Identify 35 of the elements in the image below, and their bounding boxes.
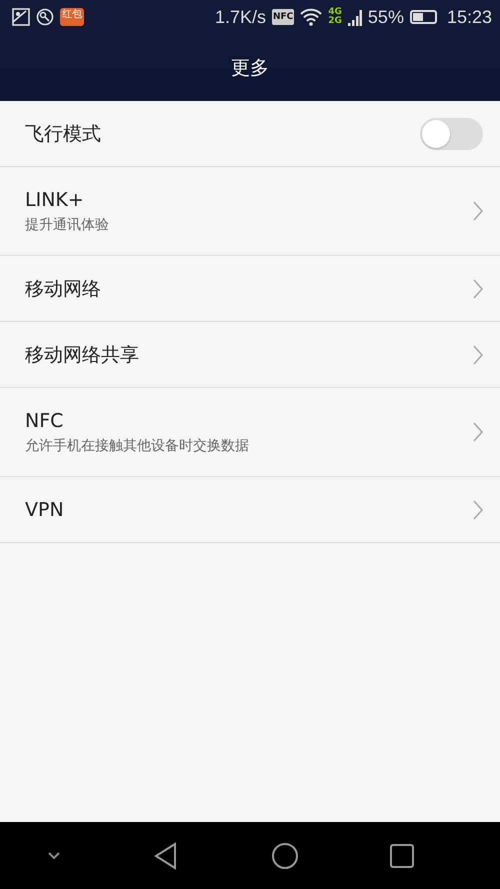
toggle-switch[interactable] bbox=[420, 118, 483, 150]
settings-row[interactable]: VPN bbox=[0, 477, 500, 543]
settings-row[interactable]: 移动网络 bbox=[0, 256, 500, 322]
battery-percentage: 55% bbox=[368, 6, 404, 28]
battery-icon bbox=[410, 10, 437, 24]
chevron-right-icon bbox=[473, 278, 483, 298]
page-title: 更多 bbox=[231, 56, 269, 80]
network-type-label: 4G bbox=[328, 8, 342, 17]
row-title: VPN bbox=[25, 498, 64, 520]
row-title: 移动网络共享 bbox=[25, 342, 139, 368]
settings-row[interactable]: 飞行模式 bbox=[0, 101, 500, 167]
settings-row[interactable]: 移动网络共享 bbox=[0, 322, 500, 388]
image-icon bbox=[12, 8, 30, 26]
row-title: LINK+ bbox=[25, 188, 85, 210]
recents-icon[interactable] bbox=[390, 844, 414, 868]
settings-row[interactable]: NFC 允许手机在接触其他设备时交换数据 bbox=[0, 388, 500, 477]
chevron-down-icon[interactable] bbox=[46, 850, 62, 860]
status-time: 15:23 bbox=[446, 6, 492, 28]
network-type-label: 2G bbox=[328, 17, 342, 26]
row-title: 移动网络 bbox=[25, 276, 101, 302]
row-subtitle: 提升通讯体验 bbox=[25, 216, 109, 234]
app-icon: 红包 bbox=[60, 8, 84, 26]
row-title: NFC bbox=[25, 410, 64, 432]
signal-icon bbox=[348, 7, 362, 27]
chevron-right-icon bbox=[473, 201, 483, 221]
nfc-indicator: NFC bbox=[272, 9, 294, 25]
network-speed: 1.7K/s bbox=[214, 6, 266, 28]
chevron-right-icon bbox=[473, 500, 483, 520]
row-title: 飞行模式 bbox=[25, 122, 101, 146]
chevron-right-icon bbox=[473, 422, 483, 442]
home-icon[interactable] bbox=[270, 842, 299, 870]
chevron-right-icon bbox=[473, 344, 483, 364]
wifi-icon bbox=[300, 8, 322, 26]
row-subtitle: 允许手机在接触其他设备时交换数据 bbox=[25, 436, 249, 454]
settings-row[interactable]: LINK+ 提升通讯体验 bbox=[0, 167, 500, 256]
